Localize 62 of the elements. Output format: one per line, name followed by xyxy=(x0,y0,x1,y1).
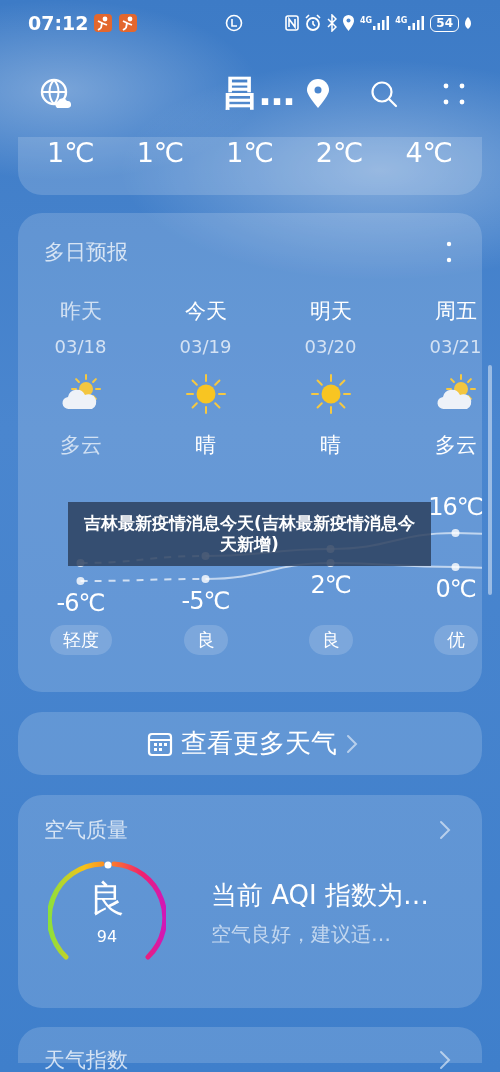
day-label: 周五 xyxy=(434,298,477,325)
weather-condition: 晴 xyxy=(195,432,216,459)
leaf-icon xyxy=(464,16,472,30)
aqi-advice: 空气良好，建议适… xyxy=(211,921,392,947)
weather-condition: 多云 xyxy=(59,432,102,459)
aqi-value: 94 xyxy=(95,927,119,946)
search-icon[interactable] xyxy=(370,79,398,108)
bluetooth-icon xyxy=(327,14,337,32)
battery-level: 54 xyxy=(430,14,459,32)
hourly-temperature: 1℃ xyxy=(225,138,275,168)
calendar-icon xyxy=(147,730,173,757)
network-type-label: 4G xyxy=(360,16,373,25)
date-label: 03/18 xyxy=(54,335,107,359)
low-temperature: 0℃ xyxy=(435,575,476,603)
air-quality-tag: 良 xyxy=(183,625,228,655)
network-type-label: 4G xyxy=(395,16,408,25)
high-temperature: 16℃ xyxy=(428,493,483,521)
signal-bars-icon xyxy=(408,16,426,30)
chevron-right-icon[interactable] xyxy=(438,1049,452,1071)
more-menu-icon[interactable] xyxy=(442,81,466,106)
caption-banner: 吉林最新疫情消息今天(吉林最新疫情消息今天新增) xyxy=(68,502,431,566)
day-label: 昨天 xyxy=(59,298,102,325)
clock-time: 07:12 xyxy=(28,12,89,34)
nfc-icon xyxy=(285,14,299,32)
eco-mode-icon xyxy=(224,14,243,32)
section-title: 多日预报 xyxy=(44,239,128,266)
day-label: 明天 xyxy=(309,298,352,325)
date-label: 03/19 xyxy=(179,335,232,359)
signal-bars-icon xyxy=(373,16,391,30)
date-label: 03/21 xyxy=(429,335,482,359)
date-label: 03/20 xyxy=(304,335,357,359)
chevron-right-icon xyxy=(345,732,359,755)
hourly-temperature: 1℃ xyxy=(135,138,186,168)
more-options-icon[interactable] xyxy=(446,241,452,263)
sun-icon xyxy=(184,373,227,415)
scrollbar[interactable] xyxy=(488,365,492,595)
chevron-right-icon[interactable] xyxy=(438,819,452,841)
low-temperature: 2℃ xyxy=(310,571,351,599)
hourly-temperature: 1℃ xyxy=(46,138,96,168)
alarm-icon xyxy=(304,14,322,32)
more-weather-button[interactable]: 查看更多天气 xyxy=(18,712,482,775)
location-icon xyxy=(342,14,355,32)
aqi-grade: 良 xyxy=(88,877,126,921)
hourly-temperature: 2℃ xyxy=(314,138,365,168)
low-temperature: -6℃ xyxy=(56,589,105,617)
section-title: 空气质量 xyxy=(44,817,128,843)
city-title[interactable]: 昌… xyxy=(222,69,296,118)
air-quality-tag: 轻度 xyxy=(49,625,112,655)
section-title: 天气指数 xyxy=(44,1047,128,1072)
location-pin-icon[interactable] xyxy=(306,78,330,109)
air-quality-tag: 良 xyxy=(308,625,353,655)
app-notification-icon xyxy=(118,13,139,33)
low-temperature: -5℃ xyxy=(181,587,230,615)
sun-icon xyxy=(309,373,352,415)
app-notification-icon xyxy=(93,13,114,33)
air-quality-tag: 优 xyxy=(433,625,478,655)
globe-cloud-icon[interactable] xyxy=(40,77,72,110)
aqi-headline: 当前 AQI 指数为… xyxy=(211,879,429,911)
weather-condition: 晴 xyxy=(320,432,341,459)
weather-condition: 多云 xyxy=(434,432,477,459)
day-label: 今天 xyxy=(184,298,227,325)
hourly-temperature: 4℃ xyxy=(404,138,454,168)
